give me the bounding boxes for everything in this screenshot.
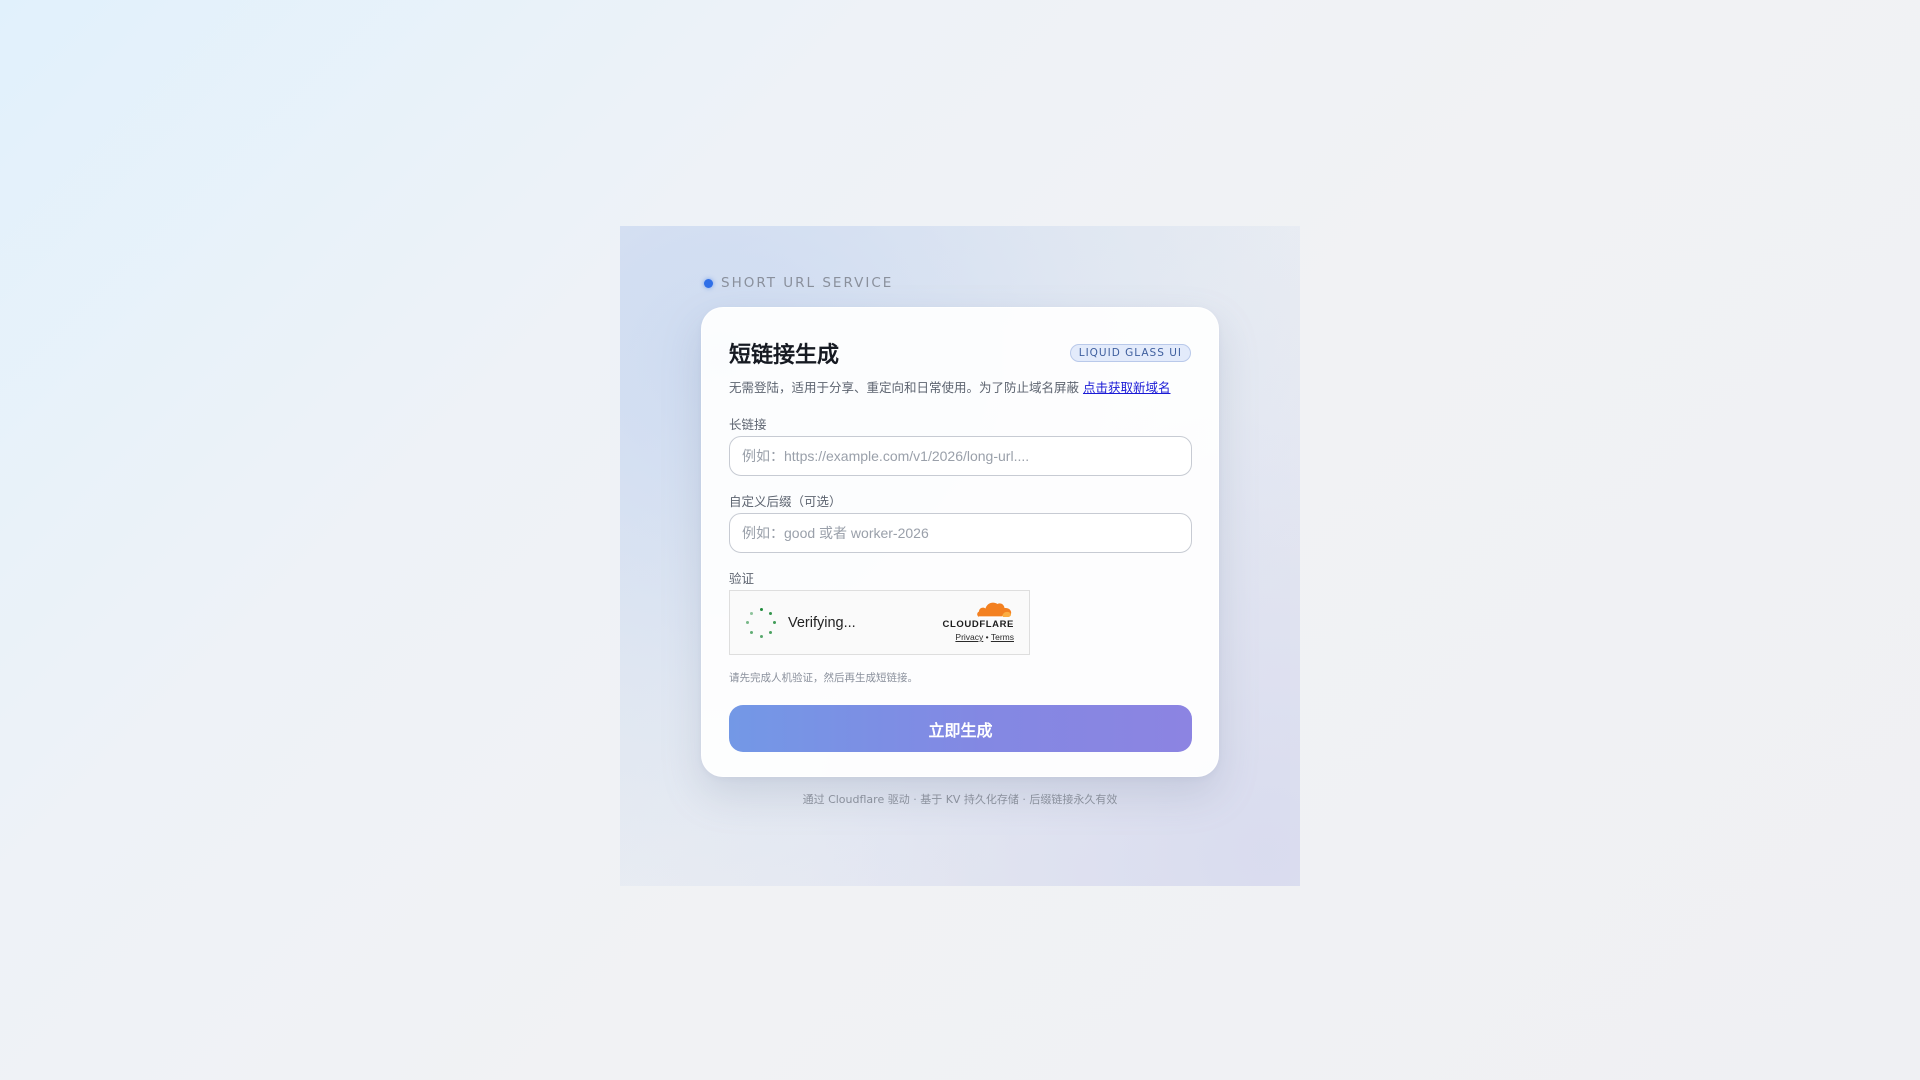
cloudflare-wordmark: CLOUDFLARE: [942, 619, 1014, 630]
captcha-widget[interactable]: Verifying... CLOUDFLARE Privacy • Terms: [729, 590, 1030, 655]
brand-header: SHORT URL SERVICE: [704, 274, 893, 292]
suffix-label: 自定义后缀（可选）: [729, 494, 842, 509]
long-url-input[interactable]: [729, 436, 1192, 476]
loading-spinner-icon: [746, 607, 776, 638]
terms-link[interactable]: Terms: [991, 632, 1014, 642]
verifying-status: Verifying...: [788, 614, 856, 631]
page-title: 短链接生成: [729, 343, 840, 368]
verification-hint: 请先完成人机验证，然后再生成短链接。: [729, 672, 918, 684]
long-url-label: 长链接: [729, 417, 767, 432]
subtitle-text: 无需登陆，适用于分享、重定向和日常使用。为了防止域名屏蔽: [729, 380, 1083, 395]
footer-text: 通过 Cloudflare 驱动 · 基于 KV 持久化存储 · 后缀链接永久有…: [802, 793, 1118, 806]
generate-button[interactable]: 立即生成: [729, 705, 1192, 752]
card-subtitle: 无需登陆，适用于分享、重定向和日常使用。为了防止域名屏蔽 点击获取新域名: [729, 377, 1198, 396]
cloudflare-brand: CLOUDFLARE Privacy • Terms: [934, 601, 1014, 647]
privacy-link[interactable]: Privacy: [955, 632, 983, 642]
verify-label: 验证: [729, 571, 755, 586]
cloudflare-links: Privacy • Terms: [955, 632, 1014, 642]
custom-suffix-input[interactable]: [729, 513, 1192, 553]
ui-badge: LIQUID GLASS UI: [1069, 344, 1191, 362]
new-domain-link[interactable]: 点击获取新域名: [1083, 380, 1171, 395]
links-separator: •: [985, 632, 989, 642]
card-header: 短链接生成 LIQUID GLASS UI: [729, 338, 1191, 368]
shortener-card: 短链接生成 LIQUID GLASS UI 无需登陆，适用于分享、重定向和日常使…: [701, 307, 1219, 777]
status-dot-icon: [704, 278, 713, 288]
brand-label: SHORT URL SERVICE: [721, 275, 894, 291]
cloudflare-cloud-icon: [977, 602, 1012, 618]
